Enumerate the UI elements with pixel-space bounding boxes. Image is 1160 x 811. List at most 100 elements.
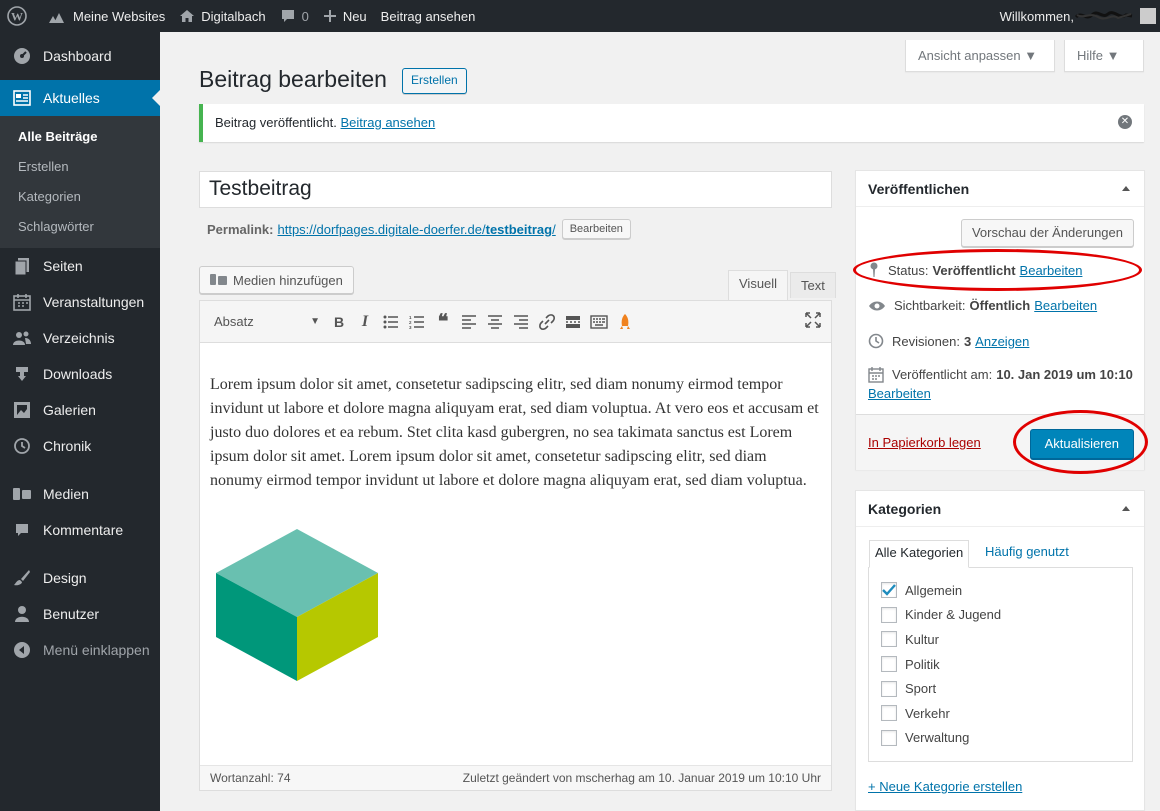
- sidebar-item-chronicle[interactable]: Chronik: [0, 428, 160, 464]
- dismiss-icon[interactable]: ✕: [1118, 115, 1132, 129]
- wordpress-logo[interactable]: W: [0, 0, 40, 32]
- category-item[interactable]: Verkehr: [881, 701, 1120, 726]
- sidebar-item-pages[interactable]: Seiten: [0, 248, 160, 284]
- comment-bubble-icon: [281, 10, 294, 22]
- collapse-arrow-icon[interactable]: [1122, 506, 1130, 511]
- history-icon: [868, 333, 884, 349]
- category-checklist: Allgemein Kinder & Jugend Kultur Politik Spo…: [868, 567, 1133, 762]
- submenu-add-new[interactable]: Erstellen: [0, 152, 160, 182]
- submenu-tags[interactable]: Schlagwörter: [0, 212, 160, 242]
- move-to-trash-link[interactable]: In Papierkorb legen: [868, 435, 981, 450]
- italic-icon[interactable]: I: [352, 309, 378, 335]
- submenu-all-posts[interactable]: Alle Beiträge: [0, 122, 160, 152]
- media-icon: [210, 274, 227, 285]
- admin-bar: W Meine Websites Digitalbach 0 Neu Beitr…: [0, 0, 1160, 32]
- category-item[interactable]: Politik: [881, 652, 1120, 677]
- comments-menu[interactable]: 0: [273, 0, 316, 32]
- sidebar-item-downloads[interactable]: Downloads: [0, 356, 160, 392]
- home-icon: [180, 10, 195, 22]
- brush-icon: [12, 568, 32, 588]
- sidebar-item-galleries[interactable]: Galerien: [0, 392, 160, 428]
- account-menu[interactable]: Willkommen,: [993, 0, 1160, 32]
- update-button[interactable]: Aktualisieren: [1029, 429, 1134, 459]
- new-content-menu[interactable]: Neu: [316, 0, 374, 32]
- numbered-list-icon[interactable]: 123: [404, 309, 430, 335]
- my-sites-menu[interactable]: Meine Websites: [40, 0, 172, 32]
- cube-image[interactable]: [216, 529, 378, 681]
- permalink-slug: testbeitrag: [485, 221, 553, 237]
- add-new-post-button[interactable]: Erstellen: [402, 68, 467, 94]
- visibility-value: Öffentlich: [969, 298, 1031, 313]
- sidebar-item-users[interactable]: Benutzer: [0, 596, 160, 632]
- rocket-icon[interactable]: [612, 309, 638, 335]
- revisions-label: Revisionen:: [892, 333, 960, 349]
- keyboard-icon[interactable]: [586, 309, 612, 335]
- category-item[interactable]: Sport: [881, 676, 1120, 701]
- comments-icon: [12, 520, 32, 540]
- tab-text[interactable]: Text: [790, 272, 836, 298]
- category-item[interactable]: Allgemein: [881, 578, 1120, 603]
- category-label: Kinder & Jugend: [905, 607, 1002, 623]
- submenu-categories[interactable]: Kategorien: [0, 182, 160, 212]
- link-icon[interactable]: [534, 309, 560, 335]
- media-icon: [12, 484, 32, 504]
- site-name-menu[interactable]: Digitalbach: [172, 0, 272, 32]
- publish-box-header[interactable]: Veröffentlichen: [856, 171, 1144, 207]
- screen-options-button[interactable]: Ansicht anpassen ▼: [905, 40, 1055, 72]
- collapse-arrow-icon[interactable]: [1122, 186, 1130, 191]
- preview-changes-button[interactable]: Vorschau der Änderungen: [960, 219, 1134, 247]
- calendar-icon: [12, 292, 32, 312]
- sidebar-item-design[interactable]: Design: [0, 560, 160, 596]
- category-checkbox[interactable]: [881, 680, 897, 697]
- add-media-button[interactable]: Medien hinzufügen: [199, 266, 354, 294]
- revisions-link[interactable]: Anzeigen: [975, 334, 1029, 349]
- tab-visual[interactable]: Visuell: [728, 270, 789, 300]
- category-checkbox[interactable]: [881, 729, 897, 746]
- add-new-category-link[interactable]: + Neue Kategorie erstellen: [868, 779, 1022, 794]
- category-checkbox[interactable]: [881, 656, 897, 673]
- category-checkbox[interactable]: [881, 606, 897, 623]
- published-label: Veröffentlicht am:: [892, 367, 993, 382]
- format-select[interactable]: Absatz ▼: [208, 309, 326, 335]
- align-right-icon[interactable]: [508, 309, 534, 335]
- published-edit-link[interactable]: Bearbeiten: [868, 386, 1138, 401]
- post-title-input[interactable]: Testbeitrag: [199, 171, 832, 208]
- permalink-edit-button[interactable]: Bearbeiten: [561, 219, 631, 239]
- read-more-icon[interactable]: [560, 309, 586, 335]
- sidebar-item-dashboard[interactable]: Dashboard: [0, 38, 160, 74]
- fullscreen-icon[interactable]: [805, 312, 821, 331]
- avatar: [1140, 8, 1156, 24]
- category-item[interactable]: Kultur: [881, 627, 1120, 652]
- align-left-icon[interactable]: [456, 309, 482, 335]
- view-post-link[interactable]: Beitrag ansehen: [374, 0, 483, 32]
- align-center-icon[interactable]: [482, 309, 508, 335]
- help-button[interactable]: Hilfe ▼: [1064, 40, 1144, 72]
- add-media-label: Medien hinzufügen: [233, 272, 343, 288]
- bold-icon[interactable]: B: [326, 309, 352, 335]
- my-sites-icon: [49, 13, 64, 23]
- sidebar-item-posts[interactable]: Aktuelles: [0, 80, 160, 116]
- tab-most-used[interactable]: Häufig genutzt: [980, 540, 1074, 563]
- category-checkbox[interactable]: [881, 582, 897, 599]
- category-checkbox[interactable]: [881, 705, 897, 722]
- collapse-menu-button[interactable]: Menü einklappen: [0, 632, 160, 668]
- editor-content[interactable]: Lorem ipsum dolor sit amet, consetetur s…: [200, 343, 831, 493]
- format-select-value: Absatz: [214, 314, 254, 329]
- publish-heading: Veröffentlichen: [868, 181, 970, 197]
- permalink-link[interactable]: https://dorfpages.digitale-doerfer.de/te…: [277, 222, 555, 237]
- category-item[interactable]: Kinder & Jugend: [881, 603, 1120, 628]
- status-edit-link[interactable]: Bearbeiten: [1020, 263, 1083, 278]
- category-item[interactable]: Verwaltung: [881, 726, 1120, 751]
- notice-view-post-link[interactable]: Beitrag ansehen: [341, 115, 436, 130]
- sidebar-item-directory[interactable]: Verzeichnis: [0, 320, 160, 356]
- status-label: Status:: [888, 262, 929, 278]
- sidebar-item-events[interactable]: Veranstaltungen: [0, 284, 160, 320]
- bullet-list-icon[interactable]: [378, 309, 404, 335]
- visibility-edit-link[interactable]: Bearbeiten: [1034, 298, 1097, 313]
- tab-all-categories[interactable]: Alle Kategorien: [869, 540, 970, 568]
- categories-box-header[interactable]: Kategorien: [856, 491, 1144, 527]
- sidebar-item-media[interactable]: Medien: [0, 476, 160, 512]
- sidebar-item-comments[interactable]: Kommentare: [0, 512, 160, 548]
- blockquote-icon[interactable]: ❝: [430, 309, 456, 335]
- category-checkbox[interactable]: [881, 631, 897, 648]
